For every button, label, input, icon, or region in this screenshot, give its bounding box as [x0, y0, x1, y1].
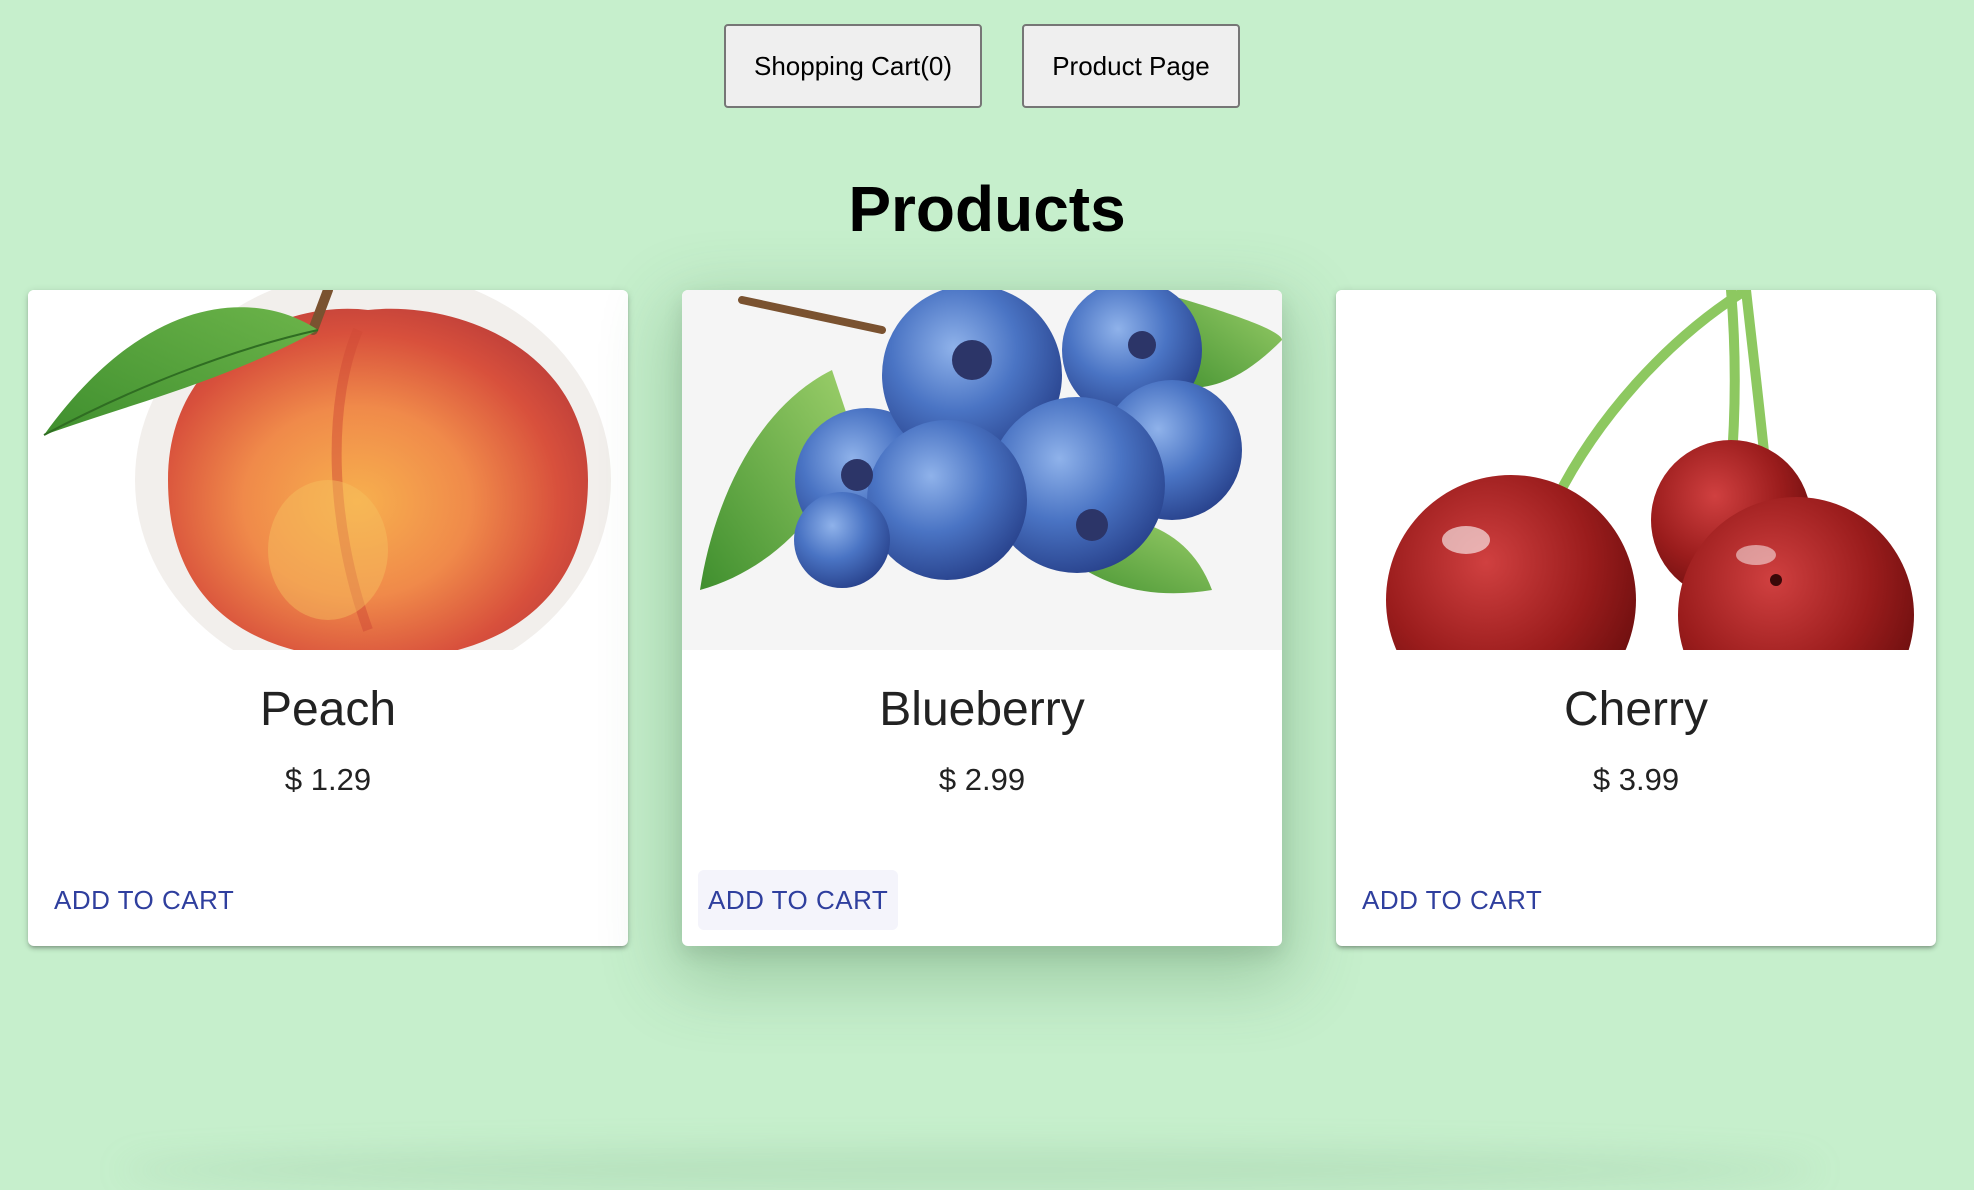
shopping-cart-button[interactable]: Shopping Cart(0): [724, 24, 982, 108]
peach-image: [28, 290, 628, 650]
bottom-shadow: [120, 1150, 1820, 1190]
product-card-blueberry: Blueberry $ 2.99 ADD TO CART: [682, 290, 1282, 946]
add-to-cart-button[interactable]: ADD TO CART: [1352, 870, 1552, 930]
product-card-cherry: Cherry $ 3.99 ADD TO CART: [1336, 290, 1936, 946]
add-to-cart-button[interactable]: ADD TO CART: [698, 870, 899, 930]
add-to-cart-button[interactable]: ADD TO CART: [44, 870, 244, 930]
blueberry-image: [682, 290, 1282, 650]
product-name: Cherry: [1563, 683, 1709, 736]
product-page-button[interactable]: Product Page: [1022, 24, 1240, 108]
product-price: $ 3.99: [1592, 762, 1680, 797]
cherry-image: [1336, 290, 1936, 650]
product-card-peach: Peach $ 1.29 ADD TO CART: [28, 290, 628, 946]
top-nav: Shopping Cart(0) Product Page: [0, 24, 1974, 110]
product-price: $ 1.29: [284, 762, 372, 797]
product-name: Blueberry: [879, 683, 1085, 736]
product-name: Peach: [259, 683, 397, 736]
product-price: $ 2.99: [938, 762, 1026, 797]
page-title: Products: [848, 173, 1126, 245]
